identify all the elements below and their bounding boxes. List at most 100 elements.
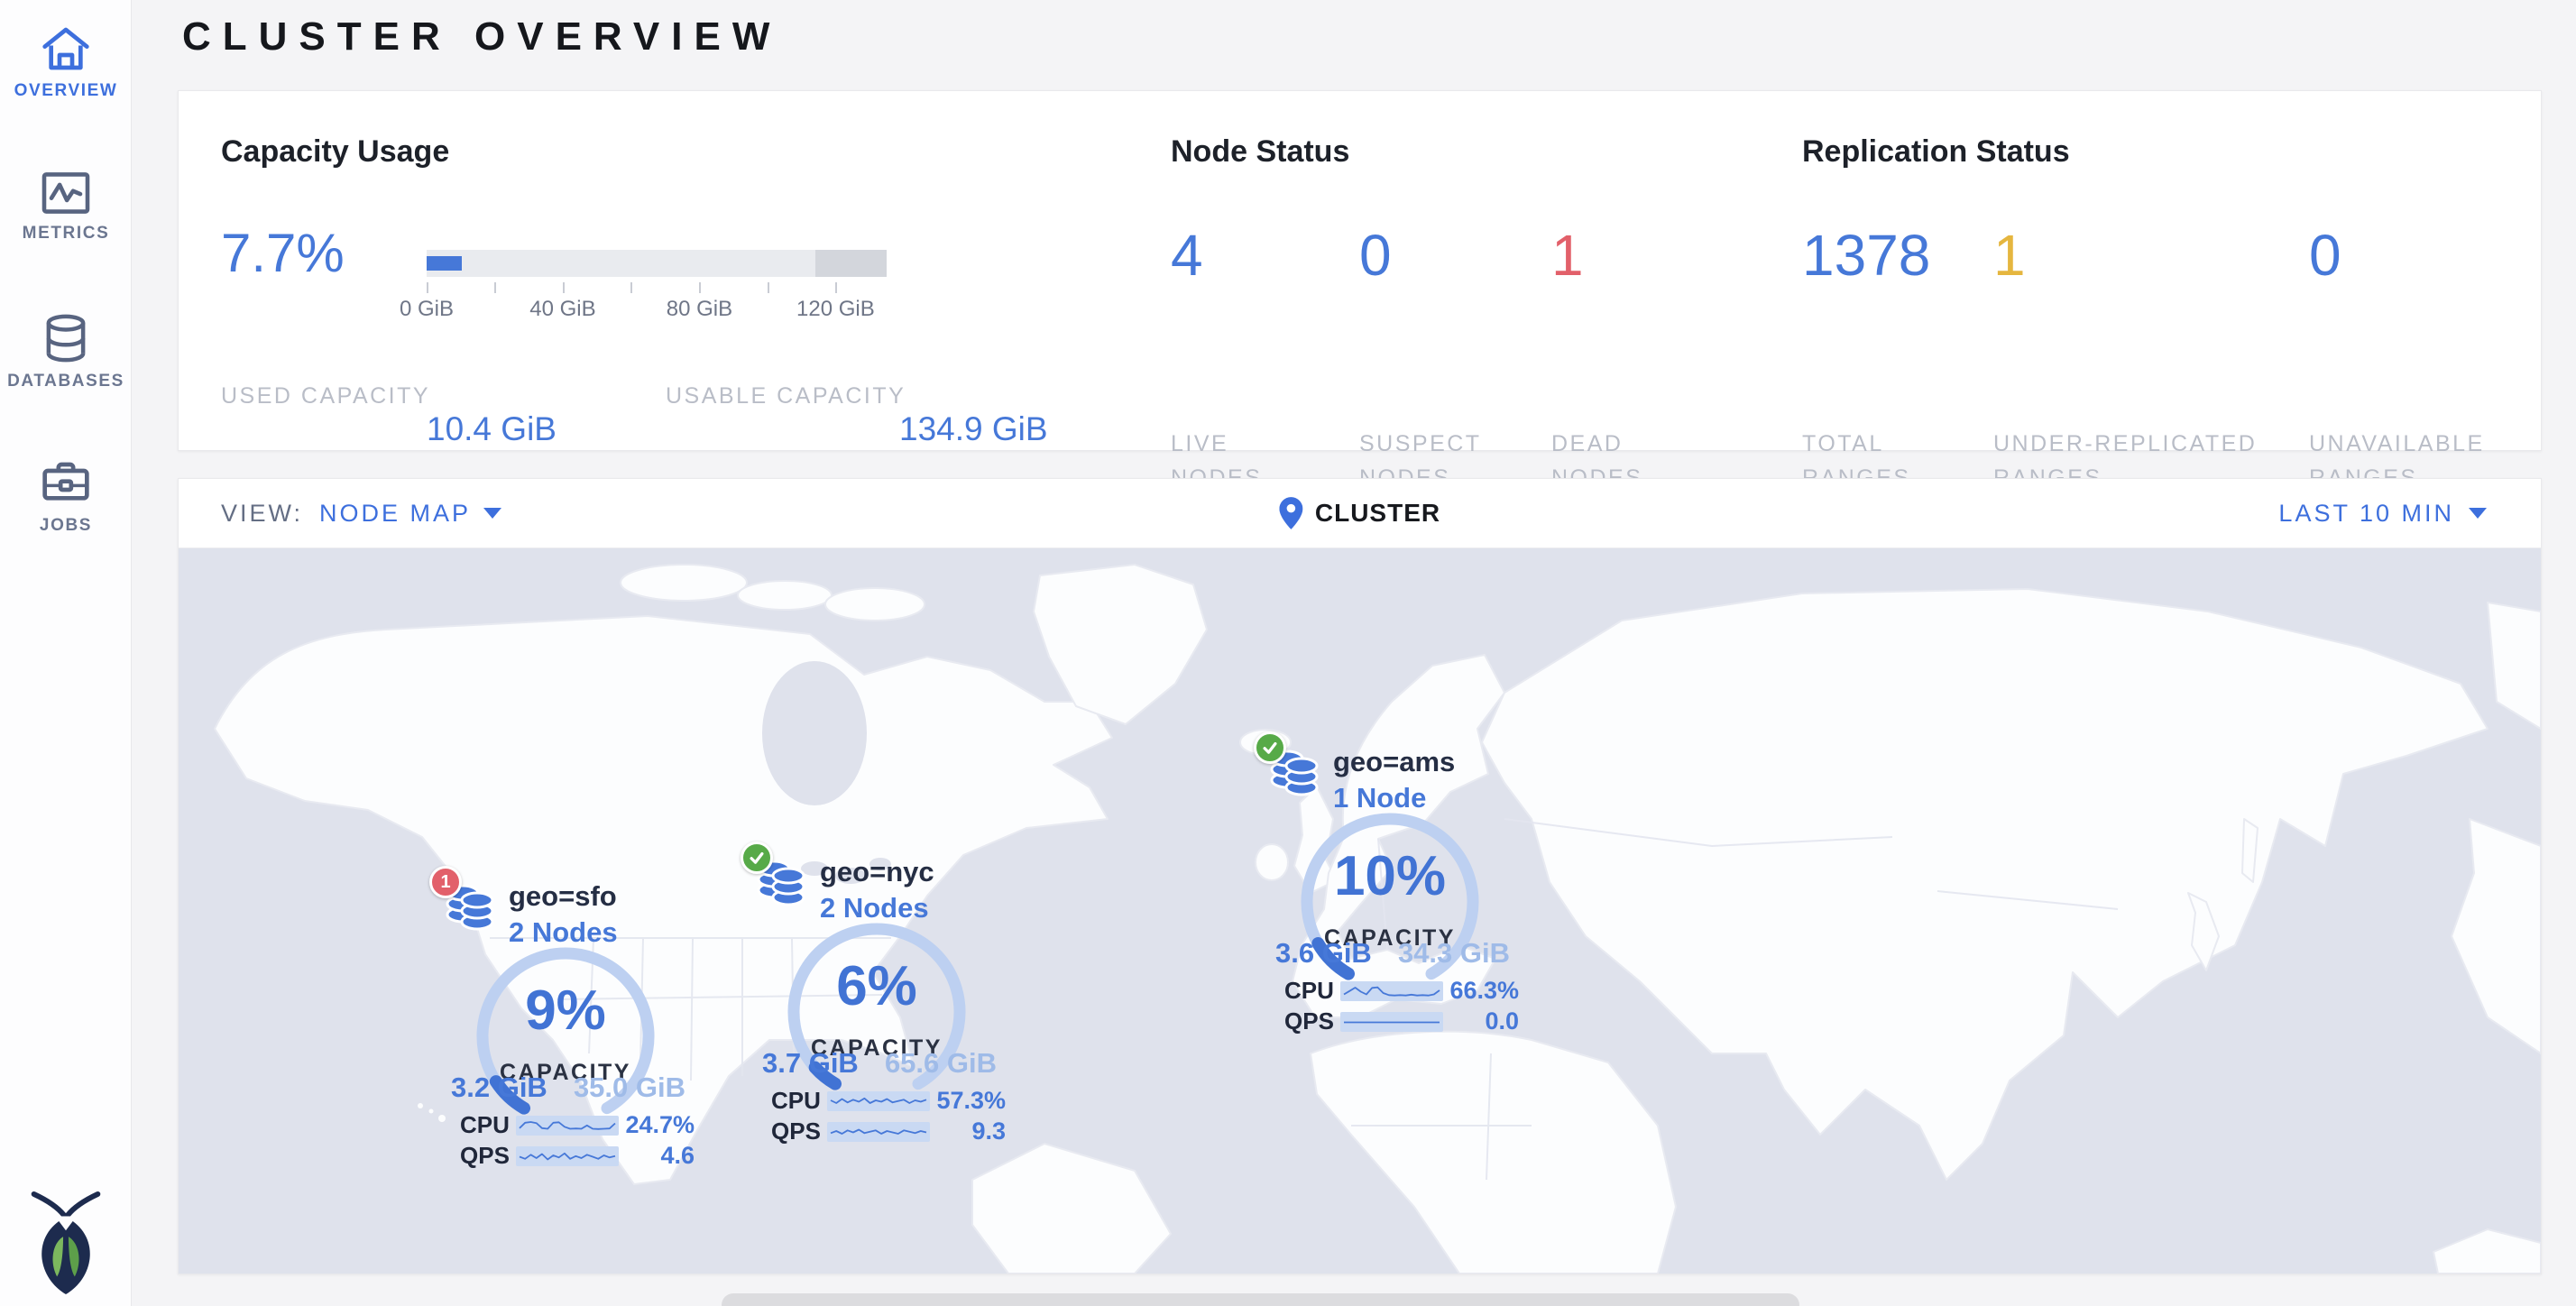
node-map-panel: VIEW: NODE MAP CLUSTER LAST 10 MIN <box>178 478 2542 1274</box>
cpu-row: CPU 66.3% <box>1284 977 1519 1005</box>
dead-nodes-stat: 1 DEAD NODES <box>1551 222 1584 289</box>
capacity-bar-reserved <box>815 250 887 277</box>
axis-tick <box>494 282 496 293</box>
cluster-label: CLUSTER <box>1315 499 1440 528</box>
cluster-overview-page: OVERVIEW METRICS DATABASES <box>0 0 2576 1306</box>
stat-value: 1 <box>1993 222 2026 289</box>
total-ranges-stat: 1378 TOTAL RANGES <box>1802 222 1930 289</box>
qps-value: 4.6 <box>619 1142 695 1170</box>
capacity-axis-ticks <box>427 282 887 295</box>
view-dropdown[interactable]: NODE MAP <box>319 500 501 528</box>
chevron-down-icon <box>483 508 501 519</box>
qps-sparkline <box>827 1121 930 1143</box>
axis-tick-label: 80 GiB <box>667 297 732 322</box>
cpu-sparkline <box>516 1115 619 1136</box>
stat-value: 1 <box>1551 222 1584 289</box>
usable-capacity-value: 134.9 GiB <box>899 410 1048 448</box>
cluster-breadcrumb[interactable]: CLUSTER <box>1279 497 1440 529</box>
time-range-value: LAST 10 MIN <box>2278 500 2454 528</box>
map-pin-icon <box>1279 497 1302 529</box>
jobs-icon <box>41 460 91 507</box>
qps-value: 9.3 <box>930 1117 1006 1145</box>
qps-row: QPS 9.3 <box>771 1117 1006 1145</box>
sidebar-item-overview[interactable]: OVERVIEW <box>0 25 132 101</box>
total-value: 34.3 GiB <box>1398 937 1510 970</box>
node-status-section: Node Status 4 LIVE NODES 0 SUSPECT NODES… <box>1171 134 1757 170</box>
cpu-value: 66.3% <box>1443 977 1519 1005</box>
summary-panel: Capacity Usage 7.7% 0 GiB40 GiB80 GiB120… <box>178 90 2542 451</box>
axis-tick <box>630 282 632 293</box>
unavailable-ranges-stat: 0 UNAVAILABLE RANGES <box>2309 222 2341 289</box>
chevron-down-icon <box>2469 508 2487 519</box>
section-title: Node Status <box>1171 134 1757 170</box>
sidebar-item-databases[interactable]: DATABASES <box>0 314 132 391</box>
section-title: Replication Status <box>1802 134 2524 170</box>
qps-sparkline <box>516 1145 619 1167</box>
usable-capacity-label: USABLE CAPACITY <box>666 380 906 414</box>
axis-tick-label: 120 GiB <box>796 297 875 322</box>
capacity-values: 3.6 GiB 34.3 GiB <box>1275 937 1510 970</box>
qps-sparkline <box>1340 1011 1443 1033</box>
cpu-sparkline <box>1340 980 1443 1002</box>
home-icon <box>41 25 91 72</box>
healthy-node-badge <box>741 842 773 874</box>
sidebar-item-label: JOBS <box>40 516 92 535</box>
qps-label: QPS <box>1284 1007 1340 1035</box>
used-value: 3.2 GiB <box>451 1071 547 1104</box>
databases-icon <box>41 314 90 363</box>
capacity-bar-fill <box>427 256 462 271</box>
used-capacity-value: 10.4 GiB <box>427 410 557 448</box>
used-value: 3.7 GiB <box>762 1047 859 1080</box>
time-range-dropdown[interactable]: LAST 10 MIN <box>2278 500 2487 528</box>
capacity-usage-section: Capacity Usage 7.7% 0 GiB40 GiB80 GiB120… <box>221 134 1123 170</box>
under-replicated-ranges-stat: 1 UNDER-REPLICATED RANGES <box>1993 222 2026 289</box>
metrics-icon <box>41 171 91 215</box>
sidebar-item-label: DATABASES <box>7 372 124 391</box>
world-map[interactable]: 1 geo=sfo 2 Nodes 9% CAPACITY 3.2 GiB 35… <box>179 548 2541 1274</box>
replication-status-section: Replication Status 1378 TOTAL RANGES 1 U… <box>1802 134 2524 170</box>
suspect-nodes-stat: 0 SUSPECT NODES <box>1359 222 1392 289</box>
sidebar-item-label: OVERVIEW <box>14 81 118 100</box>
view-dropdown-value: NODE MAP <box>319 500 471 528</box>
cpu-sparkline <box>827 1090 930 1112</box>
view-selector: VIEW: NODE MAP <box>221 500 501 528</box>
capacity-values: 3.2 GiB 35.0 GiB <box>451 1071 685 1104</box>
axis-tick-label: 40 GiB <box>529 297 595 322</box>
healthy-node-badge <box>1254 731 1286 764</box>
locality-name: geo=nyc <box>820 856 934 888</box>
axis-tick <box>699 282 701 293</box>
live-nodes-stat: 4 LIVE NODES <box>1171 222 1203 289</box>
qps-label: QPS <box>460 1142 516 1170</box>
capacity-gauge: 10% CAPACITY <box>1291 803 1489 1001</box>
sidebar: OVERVIEW METRICS DATABASES <box>0 0 132 1306</box>
capacity-bar-chart: 0 GiB40 GiB80 GiB120 GiB <box>427 250 887 322</box>
gauge-percent: 10% <box>1291 844 1489 908</box>
capacity-gauge: 6% CAPACITY <box>777 913 976 1111</box>
axis-tick <box>563 282 565 293</box>
used-capacity-label: USED CAPACITY <box>221 380 430 414</box>
sidebar-item-metrics[interactable]: METRICS <box>0 171 132 244</box>
cpu-row: CPU 24.7% <box>460 1111 695 1139</box>
cpu-value: 57.3% <box>930 1087 1006 1115</box>
cpu-label: CPU <box>1284 977 1340 1005</box>
qps-label: QPS <box>771 1117 827 1145</box>
stat-value: 4 <box>1171 222 1203 289</box>
axis-tick-label: 0 GiB <box>400 297 454 322</box>
locality-name: geo=ams <box>1333 746 1455 778</box>
total-value: 35.0 GiB <box>574 1071 685 1104</box>
sidebar-item-jobs[interactable]: JOBS <box>0 460 132 536</box>
page-title: CLUSTER OVERVIEW <box>182 14 781 60</box>
axis-tick <box>768 282 769 293</box>
check-icon <box>1260 738 1280 758</box>
gauge-percent: 9% <box>466 979 665 1043</box>
cpu-label: CPU <box>771 1087 827 1115</box>
qps-row: QPS 4.6 <box>460 1142 695 1170</box>
cpu-label: CPU <box>460 1111 516 1139</box>
cpu-value: 24.7% <box>619 1111 695 1139</box>
dead-node-count: 1 <box>440 872 450 893</box>
locality-name: geo=sfo <box>509 880 617 913</box>
horizontal-scrollbar-thumb[interactable] <box>722 1293 1799 1306</box>
cockroachdb-logo <box>0 1189 132 1300</box>
axis-tick <box>835 282 837 293</box>
total-value: 65.6 GiB <box>885 1047 997 1080</box>
